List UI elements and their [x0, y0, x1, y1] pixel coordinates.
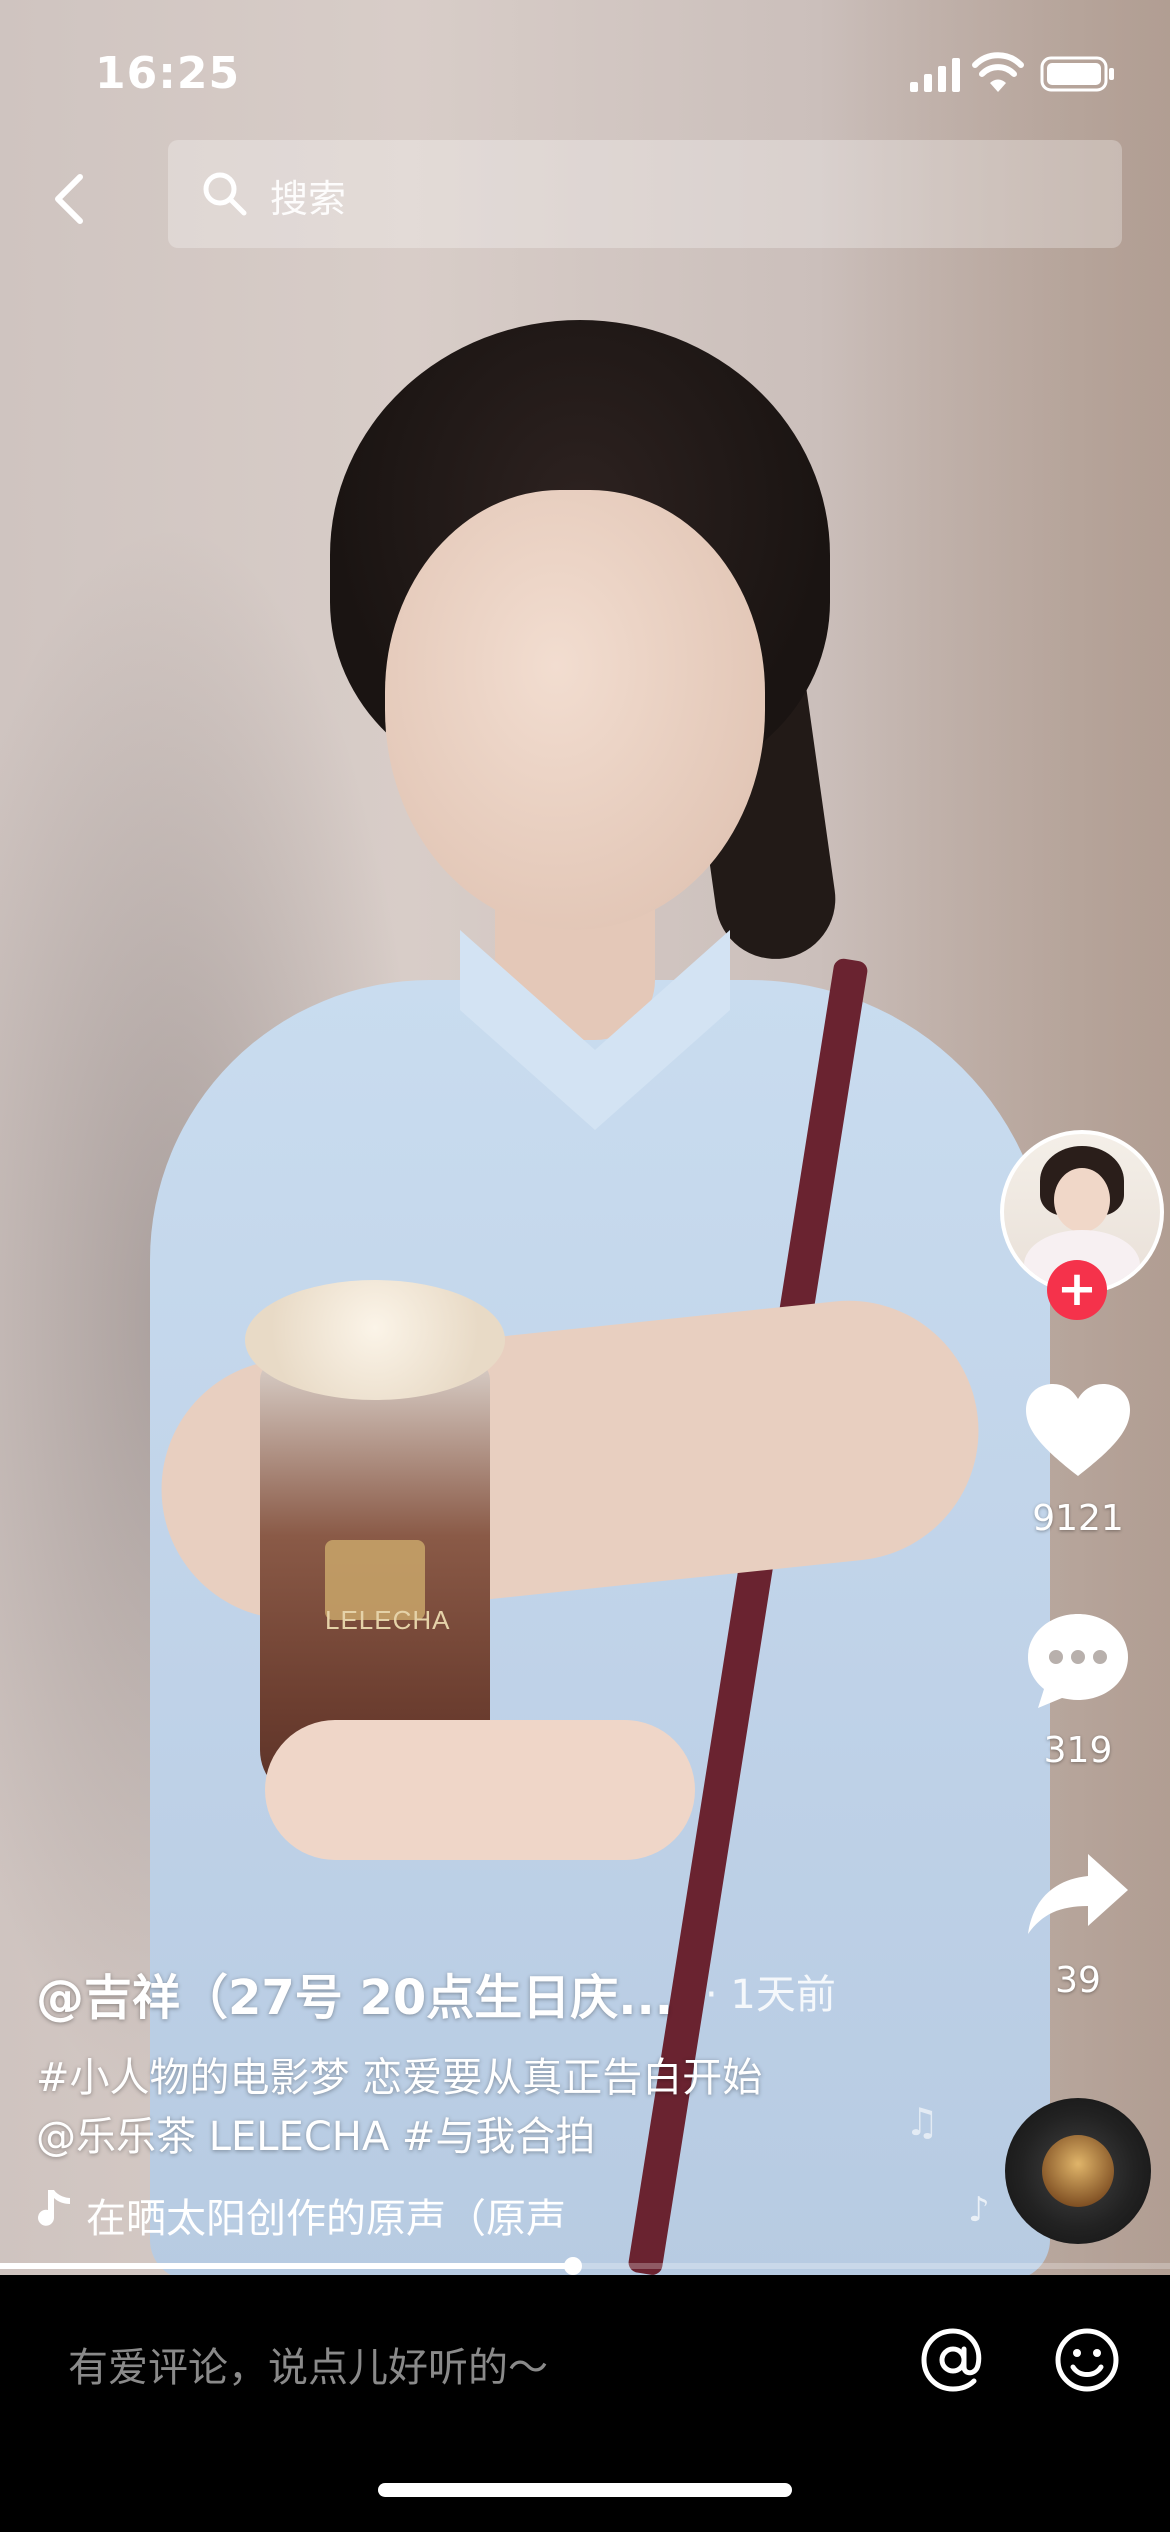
cellular-signal-icon [910, 58, 960, 92]
posted-time: · 1天前 [705, 1972, 836, 2018]
hands [265, 1720, 695, 1860]
video-player[interactable]: LELECHA [0, 0, 1170, 2275]
home-indicator [378, 2483, 792, 2497]
status-time: 16:25 [95, 48, 241, 99]
video-progress-bar[interactable] [0, 2257, 1170, 2275]
battery-icon [1040, 56, 1114, 92]
at-icon[interactable] [918, 2325, 988, 2395]
status-bar: 16:25 [0, 0, 1170, 140]
follow-button[interactable]: + [1047, 1260, 1107, 1320]
back-icon[interactable] [38, 155, 108, 245]
comment-icon[interactable] [1024, 1610, 1132, 1714]
search-icon [203, 172, 247, 216]
comment-count: 319 [1043, 1730, 1113, 1771]
avatar-face [1054, 1168, 1110, 1232]
disc-cover [1042, 2135, 1114, 2207]
emoji-icon[interactable] [1052, 2325, 1122, 2395]
wifi-icon [972, 52, 1024, 92]
comment-input[interactable]: 有爱评论，说点儿好听的～ [68, 2335, 548, 2393]
whipped-cream [245, 1280, 505, 1400]
like-count: 9121 [1032, 1498, 1124, 1539]
floating-note-icon-small: ♪ [968, 2190, 990, 2230]
music-disc[interactable] [1005, 2098, 1151, 2244]
share-icon[interactable] [1024, 1850, 1132, 1938]
share-count: 39 [1055, 1960, 1101, 2001]
music-title[interactable]: 在晒太阳创作的原声（原声 [86, 2186, 626, 2244]
search-bar[interactable]: 搜索 [168, 140, 1122, 248]
caption-line-2[interactable]: @乐乐茶 LELECHA #与我合拍 [36, 2104, 595, 2162]
video-feed-screen: LELECHA 16:25 搜索 + 9121 319 39 ♫ ♪ @吉祥（2… [0, 0, 1170, 2532]
face [385, 490, 765, 930]
music-note-icon [38, 2190, 70, 2226]
cup-brand-text: LELECHA [325, 1605, 451, 1635]
creator-name[interactable]: @吉祥（27号 20点生日庆... [36, 1958, 673, 2028]
comment-bar: 有爱评论，说点儿好听的～ [0, 2275, 1170, 2532]
caption-line-1[interactable]: #小人物的电影梦 恋爱要从真正告白开始 [36, 2045, 762, 2103]
progress-fill [0, 2263, 574, 2269]
floating-note-icon: ♫ [905, 2100, 940, 2144]
heart-icon[interactable] [1022, 1380, 1134, 1480]
search-placeholder: 搜索 [270, 177, 347, 221]
